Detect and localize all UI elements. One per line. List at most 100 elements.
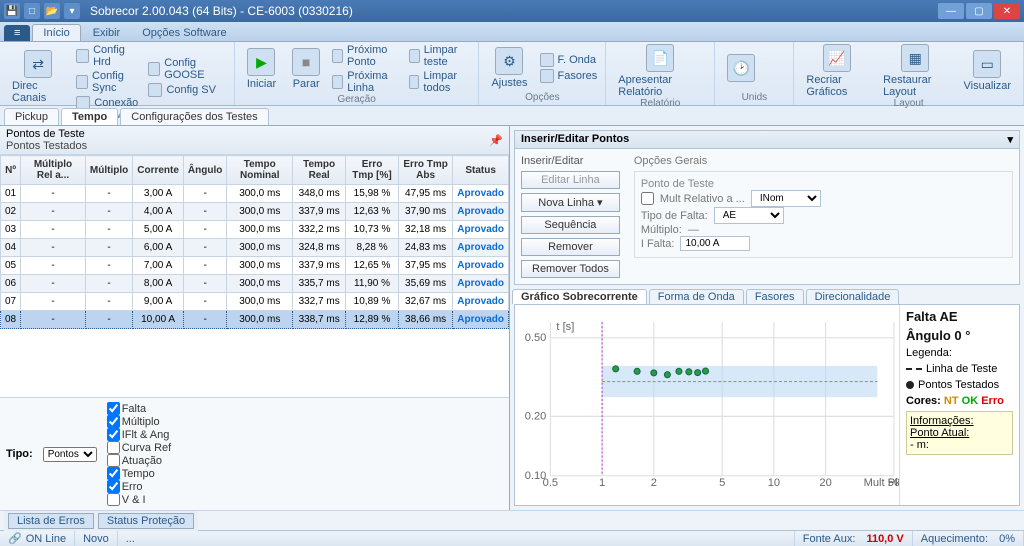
table-row[interactable]: 08--10,00 A-300,0 ms338,7 ms12,89 %38,66… [1, 311, 509, 329]
ajustes-button[interactable]: ⚙Ajustes [487, 47, 531, 89]
tab-inicio[interactable]: Início [32, 24, 80, 41]
limpar-teste-button[interactable]: Limpar teste [409, 44, 471, 68]
subtab-pickup[interactable]: Pickup [4, 108, 59, 125]
unit-icon[interactable] [767, 49, 785, 67]
recriar-graficos-button[interactable]: 📈Recriar Gráficos [802, 44, 871, 98]
pin-icon[interactable]: 📌 [489, 134, 503, 147]
table-row[interactable]: 05--7,00 A-300,0 ms337,9 ms12,65 %37,95 … [1, 257, 509, 275]
next-line-icon [332, 75, 343, 89]
tab-opcoes-software[interactable]: Opções Software [132, 25, 236, 41]
qat-save-icon[interactable]: 💾 [4, 3, 20, 19]
points-panel: Pontos de Teste Pontos Testados 📌 NºMúlt… [0, 126, 510, 510]
qat-open-icon[interactable]: 📂 [44, 3, 60, 19]
view-icon: ▭ [973, 50, 1001, 78]
direc-canais-button[interactable]: ⇄Direc Canais [8, 50, 68, 104]
col-1[interactable]: Múltiplo Rel a... [21, 156, 86, 185]
qat-new-icon[interactable]: □ [24, 3, 40, 19]
col-9[interactable]: Status [453, 156, 509, 185]
check-IFlt & Ang[interactable]: IFlt & Ang [107, 428, 172, 441]
group-label-relatorio: Relatório [614, 98, 706, 109]
editar-linha-button[interactable]: Editar Linha [521, 171, 620, 189]
check-Tempo[interactable]: Tempo [107, 467, 172, 480]
bottom-bar: Lista de Erros Status Proteção [0, 510, 1024, 530]
col-5[interactable]: Tempo Nominal [227, 156, 293, 185]
col-3[interactable]: Corrente [133, 156, 184, 185]
bottomtab-lista-erros[interactable]: Lista de Erros [8, 513, 94, 529]
col-2[interactable]: Múltiplo [85, 156, 132, 185]
col-0[interactable]: Nº [1, 156, 21, 185]
tipo-falta-select[interactable]: AE [714, 207, 784, 224]
limpar-todos-button[interactable]: Limpar todos [409, 70, 471, 94]
file-tab[interactable]: ≡ [4, 25, 30, 41]
config-sync-button[interactable]: Config Sync [76, 70, 140, 94]
tab-exibir[interactable]: Exibir [83, 25, 131, 41]
chart-plot[interactable]: 0.51251020500.100.200.50Mult Pkpt [s] [515, 305, 899, 505]
collapse-icon[interactable]: ▾ [1007, 133, 1013, 146]
visualizar-button[interactable]: ▭Visualizar [960, 50, 1016, 92]
check-Atuação[interactable]: Atuação [107, 454, 172, 467]
fasores-button[interactable]: Fasores [540, 69, 598, 83]
svg-text:0.20: 0.20 [525, 410, 547, 422]
subtab-tempo[interactable]: Tempo [61, 108, 118, 125]
dash-icon [906, 368, 922, 370]
unids-button[interactable]: 🕑 [723, 54, 759, 82]
table-row[interactable]: 03--5,00 A-300,0 ms332,2 ms10,73 %32,18 … [1, 221, 509, 239]
f-onda-button[interactable]: F. Onda [540, 53, 598, 67]
right-panel: Inserir/Editar Pontos▾ Inserir/Editar Ed… [510, 126, 1024, 510]
table-row[interactable]: 07--9,00 A-300,0 ms332,7 ms10,89 %32,67 … [1, 293, 509, 311]
check-Falta[interactable]: Falta [107, 402, 172, 415]
proxima-linha-button[interactable]: Próxima Linha [332, 70, 400, 94]
check-Curva Ref[interactable]: Curva Ref [107, 441, 172, 454]
col-4[interactable]: Ângulo [183, 156, 226, 185]
chart-tab-fasores[interactable]: Fasores [746, 289, 804, 304]
parar-button[interactable]: ■Parar [288, 48, 324, 90]
svg-text:t [s]: t [s] [556, 321, 574, 333]
window-title: Sobrecor 2.00.043 (64 Bits) - CE-6003 (0… [90, 4, 938, 18]
maximize-button[interactable]: ▢ [966, 3, 992, 19]
unit2-icon[interactable] [767, 69, 785, 87]
table-row[interactable]: 02--4,00 A-300,0 ms337,9 ms12,63 %37,90 … [1, 203, 509, 221]
tipo-select[interactable]: Pontos [43, 447, 97, 462]
minimize-button[interactable]: — [938, 3, 964, 19]
subtab-config[interactable]: Configurações dos Testes [120, 108, 268, 125]
remover-todos-button[interactable]: Remover Todos [521, 260, 620, 278]
ribbon: ⇄Direc Canais Config Hrd Config Sync Con… [0, 42, 1024, 106]
check-Erro[interactable]: Erro [107, 480, 172, 493]
sv-icon [148, 83, 162, 97]
chart-tab-forma-onda[interactable]: Forma de Onda [649, 289, 744, 304]
check-V & I[interactable]: V & I [107, 493, 172, 506]
config-sv-button[interactable]: Config SV [148, 83, 225, 97]
col-6[interactable]: Tempo Real [293, 156, 346, 185]
svg-text:10: 10 [768, 477, 780, 489]
group-label-opcoes: Opções [487, 92, 597, 103]
status-dots: ... [118, 531, 795, 546]
chart-tab-direc[interactable]: Direcionalidade [806, 289, 900, 304]
points-table: NºMúltiplo Rel a...MúltiploCorrenteÂngul… [0, 155, 509, 329]
table-row[interactable]: 06--8,00 A-300,0 ms335,7 ms11,90 %35,69 … [1, 275, 509, 293]
ifalta-input[interactable] [680, 236, 750, 251]
nova-linha-button[interactable]: Nova Linha ▾ [521, 193, 620, 212]
check-Múltiplo[interactable]: Múltiplo [107, 415, 172, 428]
col-8[interactable]: Erro Tmp Abs [398, 156, 452, 185]
qat-dropdown-icon[interactable]: ▾ [64, 3, 80, 19]
table-row[interactable]: 04--6,00 A-300,0 ms324,8 ms8,28 %24,83 m… [1, 239, 509, 257]
layout-icon: ▦ [901, 44, 929, 72]
table-row[interactable]: 01--3,00 A-300,0 ms348,0 ms15,98 %47,95 … [1, 185, 509, 203]
apresentar-relatorio-button[interactable]: 📄Apresentar Relatório [614, 44, 706, 98]
iniciar-button[interactable]: ▶Iniciar [243, 48, 280, 90]
col-7[interactable]: Erro Tmp [%] [346, 156, 399, 185]
chart-tab-sobrecorrente[interactable]: Gráfico Sobrecorrente [512, 289, 647, 304]
bottomtab-status-protecao[interactable]: Status Proteção [98, 513, 194, 529]
sequencia-button[interactable]: Sequência [521, 216, 620, 234]
restaurar-layout-button[interactable]: ▦Restaurar Layout [879, 44, 951, 98]
mult-rel-check[interactable] [641, 192, 654, 205]
close-button[interactable]: ✕ [994, 3, 1020, 19]
remover-button[interactable]: Remover [521, 238, 620, 256]
proximo-ponto-button[interactable]: Próximo Ponto [332, 44, 400, 68]
report-icon: 📄 [646, 44, 674, 72]
config-goose-button[interactable]: Config GOOSE [148, 57, 225, 81]
next-point-icon [332, 49, 343, 63]
svg-text:0.10: 0.10 [525, 470, 547, 482]
mult-rel-select[interactable]: INom [751, 190, 821, 207]
config-hrd-button[interactable]: Config Hrd [76, 44, 140, 68]
